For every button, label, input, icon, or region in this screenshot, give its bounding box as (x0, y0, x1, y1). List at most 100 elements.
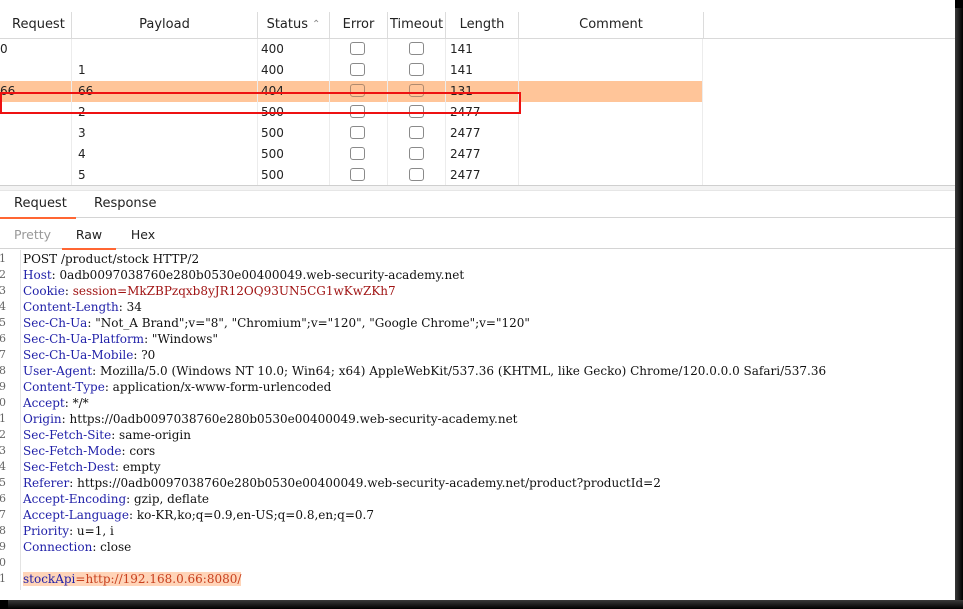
column-separator (702, 144, 703, 165)
line-number: 15 (0, 476, 6, 489)
header-value: */* (72, 396, 89, 410)
header-value: ko-KR,ko;q=0.9,en-US;q=0.8,en;q=0.7 (136, 508, 374, 522)
line-number: 5 (0, 316, 6, 329)
timeout-checkbox[interactable] (409, 84, 424, 97)
cell-request: 0 (0, 42, 8, 56)
header-value: "Windows" (151, 332, 218, 346)
tab-request[interactable]: Request (0, 191, 76, 219)
header-colon: : (69, 524, 77, 538)
tab-hex[interactable]: Hex (126, 222, 160, 248)
error-checkbox[interactable] (350, 126, 365, 139)
timeout-checkbox[interactable] (409, 42, 424, 55)
cell-length: 2477 (450, 147, 481, 161)
column-separator (387, 60, 388, 81)
error-checkbox[interactable] (350, 84, 365, 97)
header-value: application/x-www-form-urlencoded (112, 380, 332, 394)
col-error[interactable]: Error (330, 12, 388, 38)
header-name: Priority (23, 524, 70, 538)
line-content: Content-Type: application/x-www-form-url… (23, 379, 331, 395)
header-name: Accept-Language (23, 508, 129, 522)
cell-payload: 66 (78, 84, 94, 98)
cell-status: 500 (261, 168, 284, 182)
tab-raw[interactable]: Raw (62, 222, 116, 250)
line-content: Host: 0adb0097038760e280b0530e00400049.w… (23, 267, 464, 283)
error-checkbox[interactable] (350, 105, 365, 118)
cell-status: 500 (261, 147, 284, 161)
line-number: 9 (0, 380, 6, 393)
error-checkbox[interactable] (350, 147, 365, 160)
line-content: Origin: https://0adb0097038760e280b0530e… (23, 411, 518, 427)
header-value: https://0adb0097038760e280b0530e00400049… (69, 412, 518, 426)
cell-status: 500 (261, 126, 284, 140)
header-name: Sec-Ch-Ua (23, 316, 88, 330)
cell-request (0, 165, 66, 186)
header-colon: : (111, 428, 120, 442)
line-content: Content-Length: 34 (23, 299, 142, 315)
tab-response[interactable]: Response (94, 191, 156, 217)
line-content: Priority: u=1, i (23, 523, 114, 539)
header-value: same-origin (119, 428, 191, 442)
table-row[interactable]: 0 400 141 (0, 39, 955, 60)
column-separator (387, 102, 388, 123)
col-length[interactable]: Length (446, 12, 519, 38)
line-content: Sec-Fetch-Mode: cors (23, 443, 155, 459)
timeout-checkbox[interactable] (409, 168, 424, 181)
header-colon: : (92, 364, 101, 378)
cell-length: 141 (450, 42, 473, 56)
header-name: Connection (23, 540, 93, 554)
body-param-value: http://192.168.0.66:8080/ (85, 572, 242, 586)
line-number: 13 (0, 444, 6, 457)
col-status-label: Status (266, 17, 309, 32)
header-value: u=1, i (76, 524, 114, 538)
table-row[interactable]: 1 400 141 (0, 60, 955, 81)
header-colon: : (128, 508, 137, 522)
header-name: Sec-Fetch-Mode (23, 444, 122, 458)
header-name: Accept (23, 396, 65, 410)
cell-payload: 5 (78, 168, 86, 182)
column-separator (387, 165, 388, 186)
column-separator (387, 39, 388, 60)
line-number: 7 (0, 348, 6, 361)
header-colon: : (114, 460, 123, 474)
error-checkbox[interactable] (350, 168, 365, 181)
header-name: Content-Type (23, 380, 105, 394)
line-number: 10 (0, 396, 6, 409)
header-name: Content-Length (23, 300, 119, 314)
error-checkbox[interactable] (350, 42, 365, 55)
cell-status: 500 (261, 105, 284, 119)
cell-payload: 1 (78, 63, 86, 77)
timeout-checkbox[interactable] (409, 105, 424, 118)
col-timeout[interactable]: Timeout (388, 12, 446, 38)
table-row[interactable]: 2 500 2477 (0, 102, 955, 123)
col-request[interactable]: Request (0, 12, 72, 38)
header-name: User-Agent (23, 364, 93, 378)
line-number: 21 (0, 572, 6, 585)
header-colon: : (92, 540, 101, 554)
error-checkbox[interactable] (350, 63, 365, 76)
message-tabs: Request Response (0, 191, 955, 219)
header-colon: : (144, 332, 152, 346)
column-separator (702, 81, 703, 102)
line-number: 2 (0, 268, 6, 281)
timeout-checkbox[interactable] (409, 126, 424, 139)
timeout-checkbox[interactable] (409, 147, 424, 160)
table-row[interactable]: 5 500 2477 (0, 165, 955, 186)
col-status[interactable]: Status ⌃ (258, 12, 330, 38)
table-row[interactable]: 3 500 2477 (0, 123, 955, 144)
cell-length: 2477 (450, 105, 481, 119)
col-comment[interactable]: Comment (519, 12, 704, 38)
raw-request-editor[interactable]: 1 POST /product/stock HTTP/2 2 Host: 0adb00… (0, 250, 955, 600)
table-row[interactable]: 4 500 2477 (0, 144, 955, 165)
line-number: 14 (0, 460, 6, 473)
tab-pretty[interactable]: Pretty (14, 222, 51, 248)
line-content: POST /product/stock HTTP/2 (23, 252, 200, 266)
cell-payload: 3 (78, 126, 86, 140)
timeout-checkbox[interactable] (409, 63, 424, 76)
table-row[interactable]: 66 66 404 131 (0, 81, 703, 102)
line-content: Sec-Ch-Ua-Mobile: ?0 (23, 347, 155, 363)
header-colon: : (69, 476, 78, 490)
window-shadow (8, 600, 963, 609)
column-separator (702, 39, 703, 60)
col-payload[interactable]: Payload (72, 12, 258, 38)
header-name: Sec-Fetch-Site (23, 428, 112, 442)
